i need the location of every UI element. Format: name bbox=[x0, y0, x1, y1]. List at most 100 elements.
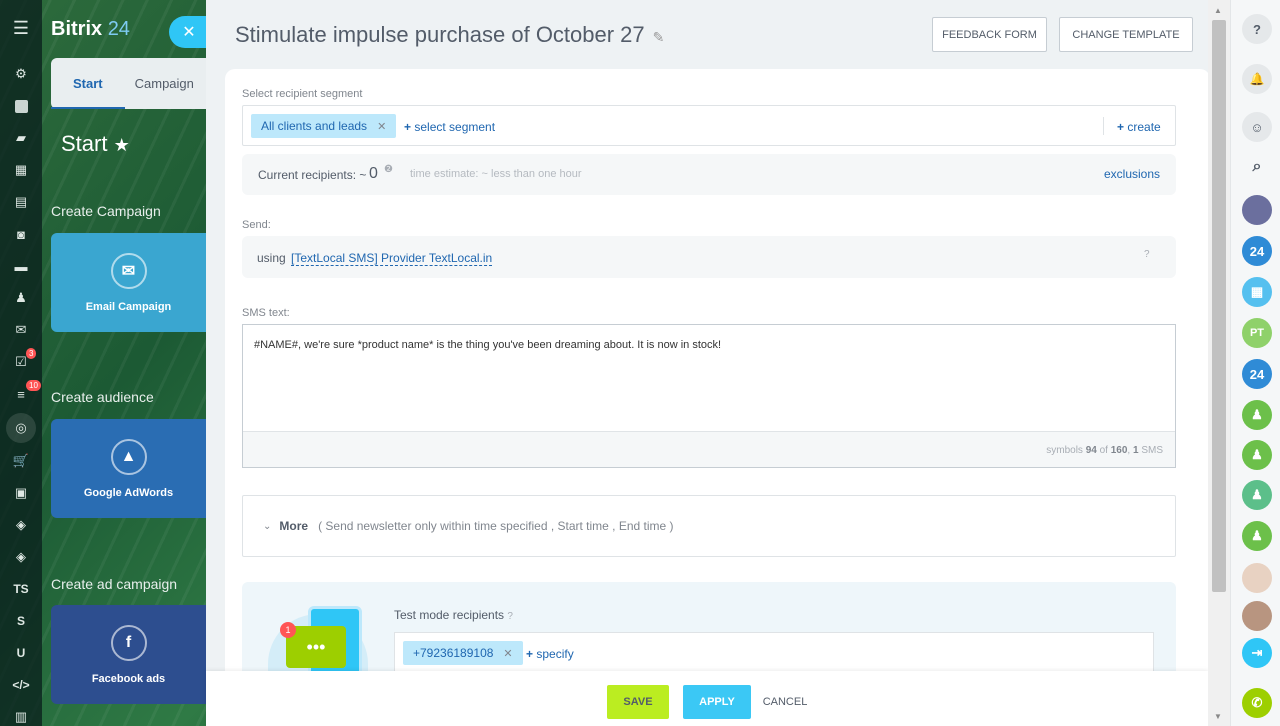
box-icon[interactable]: ◈ bbox=[0, 509, 42, 541]
more-options[interactable]: ⌄ More ( Send newsletter only within tim… bbox=[242, 495, 1176, 557]
tasks-icon[interactable]: ☑ 3 bbox=[0, 346, 42, 378]
help-icon[interactable]: ? bbox=[1242, 14, 1272, 44]
avatar[interactable] bbox=[1242, 601, 1272, 631]
group-avatar-icon[interactable]: ♟ bbox=[1242, 480, 1272, 510]
send-provider-bar: using [TextLocal SMS] Provider TextLocal… bbox=[242, 236, 1176, 278]
filter-icon[interactable]: ≡ 10 bbox=[0, 378, 42, 410]
group-avatar-icon[interactable]: ♟ bbox=[1242, 400, 1272, 430]
tile-label: Email Campaign bbox=[85, 300, 172, 313]
facebook-ads-tile[interactable]: f Facebook ads bbox=[51, 605, 206, 704]
campaign-editor-panel: Stimulate impulse purchase of October 27… bbox=[206, 0, 1210, 726]
help-icon[interactable]: ? bbox=[1144, 249, 1150, 260]
left-navigation: ☰ ⚙ ▰ ▦ ▤ ◙ ▬ ♟ ✉ ☑ 3 ≡ 10 ◎ 🛒 ▣ ◈ ◈ TS S … bbox=[0, 0, 42, 726]
using-label: using bbox=[257, 251, 286, 265]
segment-selector[interactable]: All clients and leads ✕ + select segment … bbox=[242, 105, 1176, 146]
brand-logo[interactable]: Bitrix 24 bbox=[51, 18, 130, 41]
more-label: More bbox=[279, 519, 309, 533]
specify-link[interactable]: + specify bbox=[526, 647, 574, 661]
tab-campaign[interactable]: Campaign bbox=[125, 76, 194, 91]
marketing-target-icon[interactable]: ◎ bbox=[6, 413, 36, 443]
nav-u[interactable]: U bbox=[0, 637, 42, 669]
divider bbox=[1103, 117, 1104, 135]
scroll-up-icon[interactable]: ▲ bbox=[1214, 6, 1222, 15]
start-title: Start ★ bbox=[61, 131, 130, 156]
google-adwords-tile[interactable]: ▲ Google AdWords bbox=[51, 419, 206, 518]
tab-start[interactable]: Start bbox=[51, 58, 125, 109]
exclusions-link[interactable]: exclusions bbox=[1104, 167, 1160, 181]
tile-label: Facebook ads bbox=[91, 672, 166, 685]
feed-icon[interactable]: ⚙ bbox=[0, 58, 42, 90]
section-title: Create audience bbox=[51, 389, 154, 405]
b24-avatar[interactable]: 24 bbox=[1242, 359, 1272, 389]
footer-bar: SAVE APPLY CANCEL bbox=[206, 671, 1208, 726]
phone-call-icon[interactable]: ✆ bbox=[1242, 688, 1272, 718]
calendar-icon[interactable]: ▦ bbox=[0, 154, 42, 186]
section-title: Create Campaign bbox=[51, 203, 161, 219]
star-icon[interactable]: ★ bbox=[114, 135, 130, 155]
search-icon[interactable]: ⌕ bbox=[1242, 152, 1272, 182]
edit-pencil-icon[interactable]: ✎ bbox=[653, 29, 665, 45]
page-title: Stimulate impulse purchase of October 27… bbox=[235, 22, 665, 47]
select-segment-link[interactable]: + select segment bbox=[404, 120, 495, 134]
tasks-badge: 3 bbox=[26, 348, 37, 359]
remove-chip-icon[interactable]: ✕ bbox=[503, 647, 512, 660]
time-estimate: time estimate: ~ less than one hour bbox=[410, 168, 582, 180]
avatar[interactable] bbox=[1242, 195, 1272, 225]
cart-icon[interactable]: 🛒 bbox=[0, 445, 42, 477]
document-icon[interactable]: ▤ bbox=[0, 186, 42, 218]
notification-badge: 1 bbox=[280, 622, 296, 638]
contact-card-icon[interactable]: ▣ bbox=[0, 477, 42, 509]
group-avatar-icon[interactable]: ♟ bbox=[1242, 521, 1272, 551]
code-icon[interactable]: </> bbox=[0, 669, 42, 701]
chat-icon[interactable]: ▰ bbox=[0, 122, 42, 154]
groups-icon[interactable]: ♟ bbox=[0, 282, 42, 314]
phone-chip[interactable]: +79236189108 ✕ bbox=[403, 641, 523, 665]
change-template-button[interactable]: CHANGE TEMPLATE bbox=[1059, 17, 1193, 52]
drive-icon[interactable]: ▬ bbox=[0, 250, 42, 282]
cancel-button[interactable]: CANCEL bbox=[760, 685, 810, 719]
avatar[interactable] bbox=[1242, 563, 1272, 593]
robot-icon[interactable]: ◙ bbox=[0, 218, 42, 250]
help-icon[interactable]: ? bbox=[507, 611, 513, 622]
close-slider-button[interactable]: ✕ bbox=[169, 16, 209, 48]
provider-link[interactable]: [TextLocal SMS] Provider TextLocal.in bbox=[291, 251, 493, 266]
apps-icon[interactable]: ▥ bbox=[0, 701, 42, 726]
save-button[interactable]: SAVE bbox=[607, 685, 669, 719]
segment-label: Select recipient segment bbox=[242, 88, 363, 100]
nav-ts[interactable]: TS bbox=[0, 573, 42, 605]
apply-button[interactable]: APPLY bbox=[683, 685, 751, 719]
feedback-form-button[interactable]: FEEDBACK FORM bbox=[932, 17, 1047, 52]
recipients-bar: Current recipients: ~ 0 ❷ time estimate:… bbox=[242, 154, 1176, 195]
test-label: Test mode recipients ? bbox=[394, 608, 513, 622]
recipients-count: 0 bbox=[369, 165, 378, 182]
nav-s[interactable]: S bbox=[0, 605, 42, 637]
section-title: Create ad campaign bbox=[51, 576, 178, 592]
right-sidebar: ? 🔔 ☺ ⌕ 24 ▦ PT 24 ♟ ♟ ♟ ♟ ⇥ ✆ bbox=[1230, 0, 1280, 726]
pt-avatar[interactable]: PT bbox=[1242, 318, 1272, 348]
menu-icon[interactable]: ☰ bbox=[0, 12, 42, 44]
tasks-list-icon[interactable] bbox=[0, 90, 42, 122]
scroll-down-icon[interactable]: ▼ bbox=[1214, 712, 1222, 721]
mail-icon[interactable]: ✉ bbox=[0, 314, 42, 346]
calendar-icon[interactable]: ▦ bbox=[1242, 277, 1272, 307]
sms-text-field[interactable]: #NAME#, we're sure *product name* is the… bbox=[242, 324, 1176, 468]
send-label: Send: bbox=[242, 219, 271, 231]
facebook-icon: f bbox=[110, 624, 147, 661]
bell-icon[interactable]: 🔔 bbox=[1242, 64, 1272, 94]
chat-bubble-icon[interactable]: ☺ bbox=[1242, 112, 1272, 142]
sms-label: SMS text: bbox=[242, 307, 290, 319]
segment-chip[interactable]: All clients and leads ✕ bbox=[251, 114, 397, 138]
scrollbar-thumb[interactable] bbox=[1212, 20, 1226, 592]
exit-icon[interactable]: ⇥ bbox=[1242, 638, 1272, 668]
b24-avatar[interactable]: 24 bbox=[1242, 236, 1272, 266]
group-avatar-icon[interactable]: ♟ bbox=[1242, 440, 1272, 470]
create-segment-link[interactable]: + create bbox=[1117, 120, 1161, 134]
email-campaign-tile[interactable]: ✉ Email Campaign bbox=[51, 233, 206, 332]
filter-badge: 10 bbox=[26, 380, 41, 391]
chevron-down-icon: ⌄ bbox=[263, 520, 272, 532]
box2-icon[interactable]: ◈ bbox=[0, 541, 42, 573]
remove-chip-icon[interactable]: ✕ bbox=[377, 120, 386, 133]
envelope-icon: ✉ bbox=[110, 252, 147, 289]
scrollbar[interactable]: ▲ ▼ bbox=[1208, 0, 1230, 726]
help-icon[interactable]: ❷ bbox=[384, 164, 393, 175]
